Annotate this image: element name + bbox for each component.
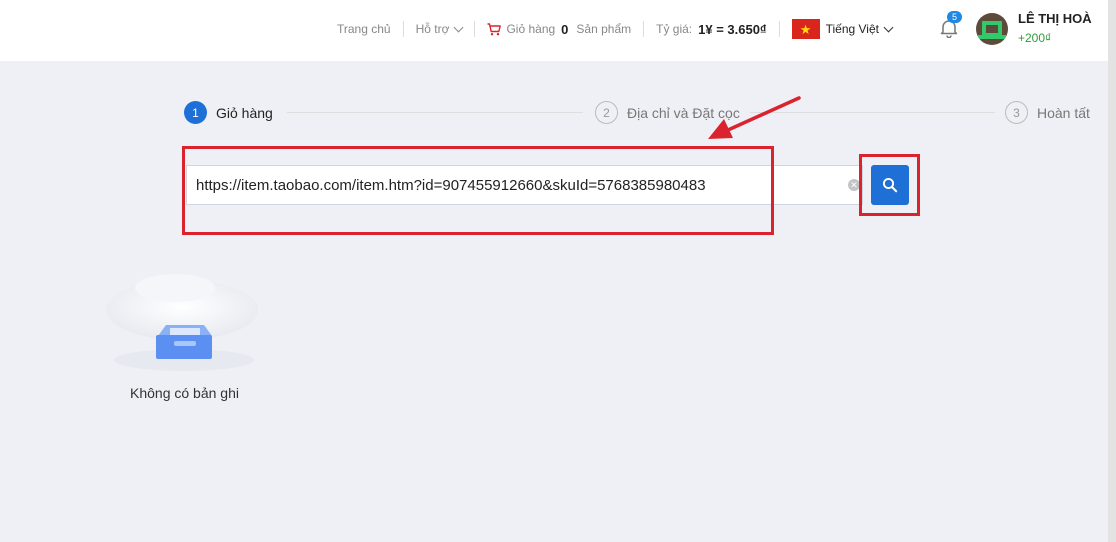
- step-complete: 3 Hoàn tất: [1005, 101, 1090, 124]
- step-connector: [287, 112, 583, 113]
- cart-unit: Sản phẩm: [576, 22, 632, 36]
- user-balance: +200₫: [1018, 31, 1052, 45]
- step-label: Hoàn tất: [1037, 104, 1090, 121]
- step-number: 3: [1005, 101, 1028, 124]
- notification-badge: 5: [947, 11, 963, 23]
- nav-divider: [474, 21, 476, 37]
- language-label: Tiếng Việt: [825, 22, 879, 36]
- empty-box-icon: [100, 270, 270, 385]
- user-name[interactable]: LÊ THỊ HOÀ: [1018, 11, 1092, 26]
- chevron-down-icon: [883, 22, 894, 32]
- annotation-highlight-input: [182, 146, 774, 235]
- step-number: 1: [184, 101, 207, 124]
- language-selector[interactable]: ★ Tiếng Việt: [791, 19, 894, 39]
- vietnam-flag-icon: ★: [791, 19, 820, 39]
- exchange-rate: Tỷ giá: 1¥ = 3.650₫: [656, 22, 767, 37]
- annotation-highlight-button: [859, 154, 920, 216]
- cart-icon: [487, 22, 502, 36]
- nav-divider: [402, 21, 404, 37]
- empty-state-text: Không có bản ghi: [130, 385, 239, 401]
- step-number: 2: [595, 101, 618, 124]
- nav-support-label: Hỗ trợ: [415, 22, 450, 36]
- nav-cart-link[interactable]: Giỏ hàng 0 Sản phẩm: [487, 22, 631, 37]
- step-label: Giỏ hàng: [216, 104, 273, 121]
- cart-count: 0: [561, 21, 569, 37]
- avatar[interactable]: [976, 13, 1008, 45]
- chevron-down-icon: [454, 22, 464, 32]
- nav-divider: [778, 21, 780, 37]
- cart-label: Giỏ hàng: [506, 22, 556, 36]
- exchange-rate-label: Tỷ giá:: [656, 22, 693, 36]
- nav-home-link[interactable]: Trang chủ: [337, 22, 391, 36]
- nav-support-dropdown[interactable]: Hỗ trợ: [415, 22, 464, 36]
- nav-divider: [643, 21, 645, 37]
- top-nav: Trang chủ Hỗ trợ Giỏ hàng 0 Sản phẩm Tỷ …: [337, 0, 894, 58]
- exchange-rate-value: 1¥ = 3.650₫: [698, 21, 767, 37]
- annotation-arrow-icon: [708, 96, 801, 139]
- top-header: Trang chủ Hỗ trợ Giỏ hàng 0 Sản phẩm Tỷ …: [0, 0, 1116, 61]
- step-cart: 1 Giỏ hàng: [184, 101, 273, 124]
- page-scrollbar[interactable]: [1108, 0, 1116, 542]
